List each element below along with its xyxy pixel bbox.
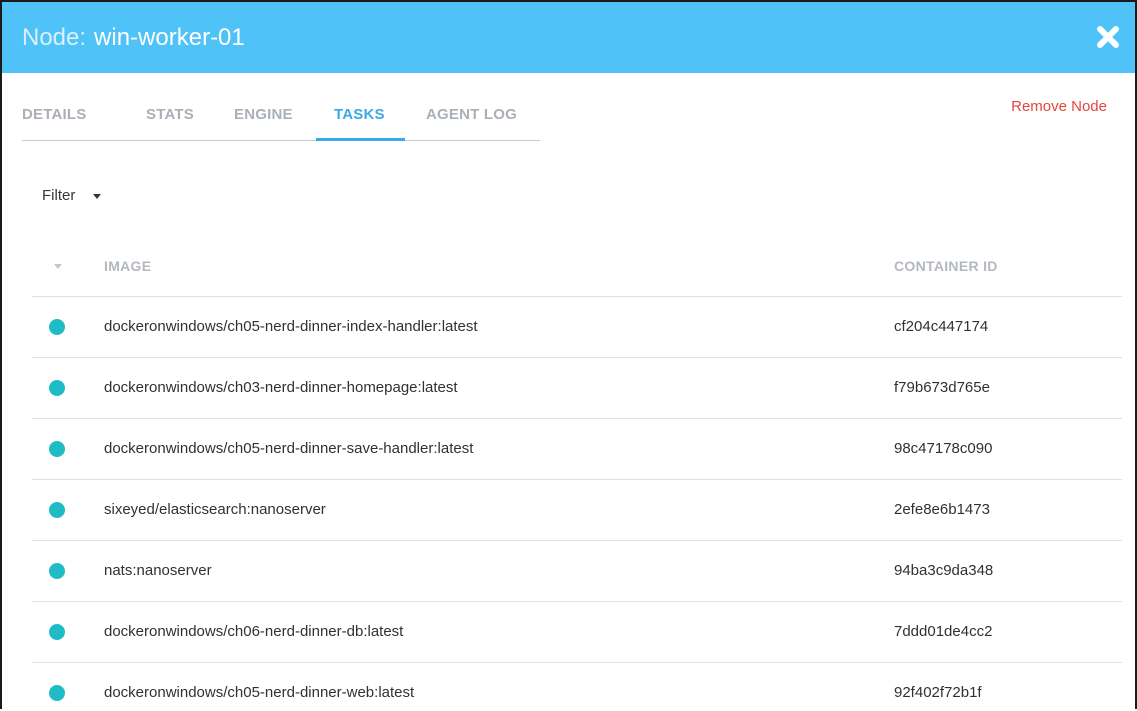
container-id-cell: 7ddd01de4cc2	[894, 623, 993, 640]
container-id-cell: 98c47178c090	[894, 440, 993, 457]
status-running-icon	[49, 685, 65, 701]
node-details-panel: Node: win-worker-01 DETAILS STATS ENGINE …	[0, 0, 1137, 709]
node-name: win-worker-01	[94, 24, 245, 51]
status-running-icon	[49, 319, 65, 335]
table-row[interactable]: dockeronwindows/ch05-nerd-dinner-web:lat…	[32, 663, 1122, 709]
image-cell: dockeronwindows/ch05-nerd-dinner-save-ha…	[104, 440, 474, 457]
image-cell: dockeronwindows/ch06-nerd-dinner-db:late…	[104, 623, 404, 640]
tab-stats[interactable]: STATS	[146, 106, 194, 123]
table-row[interactable]: dockeronwindows/ch03-nerd-dinner-homepag…	[32, 358, 1122, 419]
container-id-cell: 92f402f72b1f	[894, 684, 982, 701]
status-running-icon	[49, 624, 65, 640]
image-cell: dockeronwindows/ch05-nerd-dinner-index-h…	[104, 318, 478, 335]
caret-down-icon	[93, 193, 102, 199]
tab-engine[interactable]: ENGINE	[234, 106, 293, 123]
table-row[interactable]: sixeyed/elasticsearch:nanoserver 2efe8e6…	[32, 480, 1122, 541]
tab-agent-log[interactable]: AGENT LOG	[426, 106, 517, 123]
table-row[interactable]: dockeronwindows/ch05-nerd-dinner-index-h…	[32, 297, 1122, 358]
filter-label: Filter	[42, 187, 76, 204]
container-id-cell: 2efe8e6b1473	[894, 501, 990, 518]
image-cell: dockeronwindows/ch05-nerd-dinner-web:lat…	[104, 684, 415, 701]
tasks-table: IMAGE CONTAINER ID dockeronwindows/ch05-…	[32, 242, 1122, 709]
status-running-icon	[49, 502, 65, 518]
active-tab-indicator	[316, 138, 405, 141]
status-running-icon	[49, 380, 65, 396]
table-header: IMAGE CONTAINER ID	[32, 242, 1122, 297]
table-row[interactable]: nats:nanoserver 94ba3c9da348	[32, 541, 1122, 602]
panel-title: Node: win-worker-01	[22, 24, 245, 52]
container-id-cell: 94ba3c9da348	[894, 562, 994, 579]
column-header-image[interactable]: IMAGE	[104, 258, 151, 274]
status-running-icon	[49, 441, 65, 457]
panel-header: Node: win-worker-01	[2, 2, 1135, 73]
tab-details[interactable]: DETAILS	[22, 106, 86, 123]
status-running-icon	[49, 563, 65, 579]
filter-dropdown[interactable]: Filter	[42, 187, 102, 204]
image-cell: nats:nanoserver	[104, 562, 212, 579]
image-cell: dockeronwindows/ch03-nerd-dinner-homepag…	[104, 379, 458, 396]
remove-node-button[interactable]: Remove Node	[1011, 98, 1107, 115]
container-id-cell: f79b673d765e	[894, 379, 990, 396]
container-id-cell: cf204c447174	[894, 318, 989, 335]
image-cell: sixeyed/elasticsearch:nanoserver	[104, 501, 326, 518]
sort-caret-icon[interactable]	[54, 264, 62, 269]
table-row[interactable]: dockeronwindows/ch06-nerd-dinner-db:late…	[32, 602, 1122, 663]
column-header-container-id[interactable]: CONTAINER ID	[894, 258, 998, 274]
tab-tasks[interactable]: TASKS	[334, 106, 385, 123]
close-button[interactable]	[1095, 24, 1121, 50]
table-row[interactable]: dockeronwindows/ch05-nerd-dinner-save-ha…	[32, 419, 1122, 480]
title-prefix: Node:	[22, 24, 87, 51]
tab-bar: DETAILS STATS ENGINE TASKS AGENT LOG	[22, 98, 540, 141]
close-icon	[1097, 26, 1119, 48]
